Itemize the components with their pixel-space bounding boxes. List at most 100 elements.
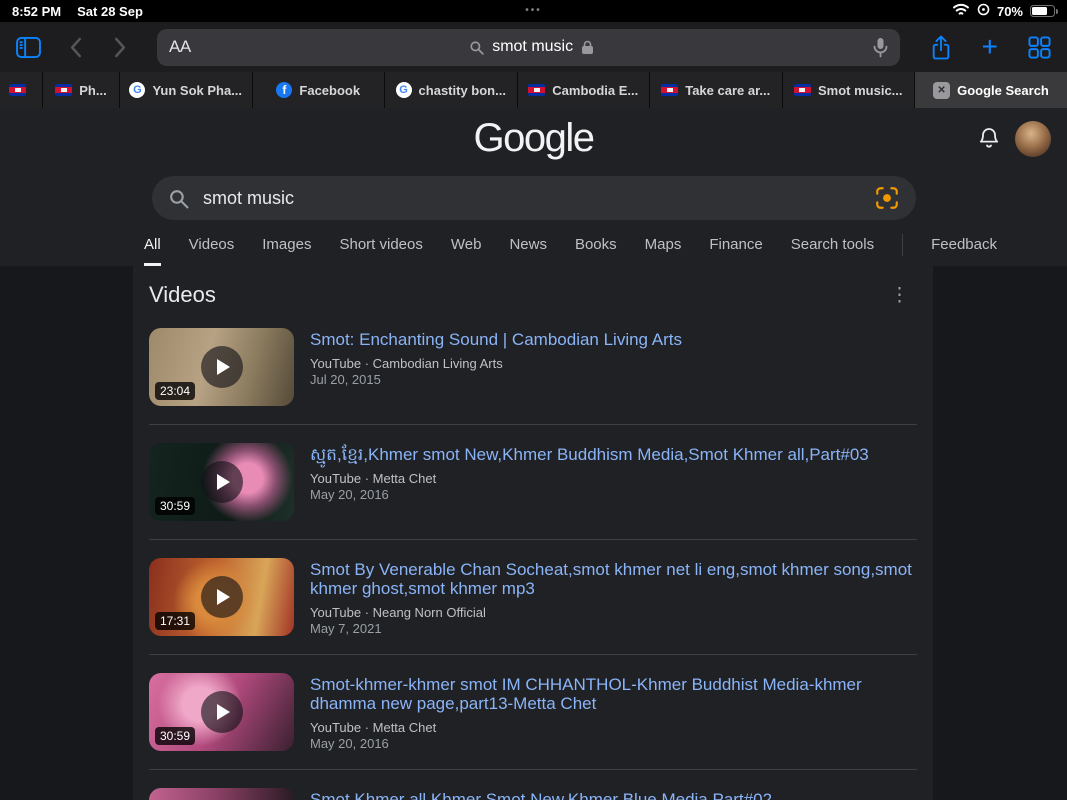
play-icon xyxy=(200,461,243,503)
new-tab-button[interactable]: + xyxy=(982,33,998,61)
address-bar[interactable]: AA smot music xyxy=(157,28,900,66)
google-favicon xyxy=(129,82,146,98)
tab-books[interactable]: Books xyxy=(575,228,617,263)
cambodia-flag-icon xyxy=(793,84,811,96)
browser-tab[interactable]: Ph... xyxy=(43,72,119,108)
tab-maps[interactable]: Maps xyxy=(645,228,682,263)
video-result: 30:59 Smot-khmer-khmer smot IM CHHANTHOL… xyxy=(149,655,917,770)
facebook-favicon xyxy=(276,82,293,98)
video-title-link[interactable]: Smot By Venerable Chan Socheat,smot khme… xyxy=(310,560,917,598)
browser-tab[interactable]: chastity bon... xyxy=(385,72,517,108)
results-column: Videos ⋮ 23:04 Smot: Enchanting Sound | … xyxy=(133,266,933,800)
browser-tab-label: Cambodia E... xyxy=(552,82,639,98)
tab-search-tools[interactable]: Search tools xyxy=(791,228,874,263)
play-icon xyxy=(200,691,243,733)
browser-tab[interactable]: Smot music... xyxy=(782,72,914,108)
video-date: May 7, 2021 xyxy=(310,621,382,636)
video-thumbnail[interactable]: 30:59 xyxy=(149,673,294,751)
ipad-screen: 8:52 PM Sat 28 Sep ••• 70% AA smot music… xyxy=(0,0,1067,800)
video-date: May 20, 2016 xyxy=(310,487,389,502)
browser-tab-label: Facebook xyxy=(299,82,361,98)
video-title-link[interactable]: Smot-khmer-khmer smot IM CHHANTHOL-Khmer… xyxy=(310,675,917,713)
tab-finance[interactable]: Finance xyxy=(709,228,762,263)
status-right: 70% xyxy=(952,3,1058,19)
chevron-left-icon xyxy=(70,37,82,57)
play-icon xyxy=(200,346,243,388)
browser-tab[interactable] xyxy=(0,72,42,108)
browser-tab-label: Yun Sok Pha... xyxy=(152,82,243,98)
browser-tab[interactable]: Facebook xyxy=(252,72,384,108)
share-icon xyxy=(932,35,949,59)
tab-all[interactable]: All xyxy=(144,228,161,266)
wifi-icon xyxy=(952,3,970,19)
video-thumbnail[interactable]: 30:59 xyxy=(149,443,294,521)
video-result: Smot Khmer all,Khmer Smot New,Khmer Blue… xyxy=(149,770,917,800)
address-center: smot music xyxy=(191,38,873,56)
safari-toolbar: AA smot music + xyxy=(0,22,1067,72)
chevron-right-icon xyxy=(114,37,126,57)
google-lens-icon xyxy=(876,187,898,209)
video-title-link[interactable]: ស្មូត,ខ្មែរ,Khmer smot New,Khmer Buddhis… xyxy=(310,445,917,464)
reader-mode-button[interactable]: AA xyxy=(169,37,191,57)
search-query-text: smot music xyxy=(203,187,295,208)
notifications-button[interactable] xyxy=(977,125,1001,154)
google-logo[interactable]: Google xyxy=(474,116,595,161)
forward-button[interactable] xyxy=(114,37,127,58)
google-favicon xyxy=(395,82,412,98)
sidebar-toggle-button[interactable] xyxy=(16,36,41,58)
results-area: Videos ⋮ 23:04 Smot: Enchanting Sound | … xyxy=(0,266,1067,800)
browser-tab-label: Take care ar... xyxy=(685,82,771,98)
video-result: 17:31 Smot By Venerable Chan Socheat,smo… xyxy=(149,540,917,655)
video-info: ស្មូត,ខ្មែរ,Khmer smot New,Khmer Buddhis… xyxy=(310,443,917,521)
browser-tab[interactable]: Yun Sok Pha... xyxy=(120,72,252,108)
google-results-page: Google smot music All Videos Images Shor… xyxy=(0,108,1067,800)
profile-avatar[interactable] xyxy=(1015,121,1051,157)
share-button[interactable] xyxy=(930,34,952,61)
cambodia-flag-icon xyxy=(661,84,679,96)
video-thumbnail[interactable] xyxy=(149,788,294,800)
tab-feedback[interactable]: Feedback xyxy=(931,228,997,263)
browser-tab[interactable]: Cambodia E... xyxy=(517,72,649,108)
video-source: YouTube · Metta Chet xyxy=(310,471,437,486)
video-duration: 17:31 xyxy=(155,612,196,630)
browser-tab[interactable]: Take care ar... xyxy=(650,72,782,108)
tab-overview-button[interactable] xyxy=(1028,35,1051,59)
video-thumbnail[interactable]: 23:04 xyxy=(149,328,294,406)
video-source: YouTube · Metta Chet xyxy=(310,720,437,735)
video-date: May 20, 2016 xyxy=(310,736,389,751)
status-bar: 8:52 PM Sat 28 Sep ••• 70% xyxy=(0,0,1067,22)
multitask-handle-icon[interactable]: ••• xyxy=(525,6,542,16)
video-source: YouTube · Neang Norn Official xyxy=(310,605,486,620)
status-date: Sat 28 Sep xyxy=(77,3,143,19)
video-info: Smot By Venerable Chan Socheat,smot khme… xyxy=(310,558,917,636)
video-title-link[interactable]: Smot: Enchanting Sound | Cambodian Livin… xyxy=(310,330,917,349)
cambodia-flag-icon xyxy=(9,84,26,96)
google-lens-button[interactable] xyxy=(874,185,900,211)
lock-icon xyxy=(582,40,594,54)
voice-search-button[interactable] xyxy=(873,37,888,58)
browser-tab-label: chastity bon... xyxy=(418,82,506,98)
video-info: Smot: Enchanting Sound | Cambodian Livin… xyxy=(310,328,917,406)
more-options-icon[interactable]: ⋮ xyxy=(882,282,917,309)
video-thumbnail[interactable]: 17:31 xyxy=(149,558,294,636)
video-info: Smot-khmer-khmer smot IM CHHANTHOL-Khmer… xyxy=(310,673,917,751)
browser-tab-active[interactable]: ✕ Google Search xyxy=(915,72,1067,108)
browser-tab-label: Google Search xyxy=(957,82,1049,98)
battery-icon xyxy=(1030,5,1058,17)
video-duration: 30:59 xyxy=(155,727,196,745)
tab-grid-icon xyxy=(1028,35,1051,59)
search-icon xyxy=(470,40,484,55)
tab-web[interactable]: Web xyxy=(451,228,482,263)
battery-percent: 70% xyxy=(996,3,1023,19)
video-info: Smot Khmer all,Khmer Smot New,Khmer Blue… xyxy=(310,788,917,800)
videos-heading: Videos xyxy=(149,282,216,307)
back-button[interactable] xyxy=(69,37,82,58)
bell-icon xyxy=(979,128,999,148)
video-title-link[interactable]: Smot Khmer all,Khmer Smot New,Khmer Blue… xyxy=(310,790,917,800)
tab-news[interactable]: News xyxy=(509,228,547,263)
close-tab-icon[interactable]: ✕ xyxy=(933,81,951,99)
tab-videos[interactable]: Videos xyxy=(189,228,235,263)
tab-images[interactable]: Images xyxy=(262,228,311,263)
tab-short-videos[interactable]: Short videos xyxy=(339,228,422,263)
google-search-bar[interactable]: smot music xyxy=(152,176,916,220)
